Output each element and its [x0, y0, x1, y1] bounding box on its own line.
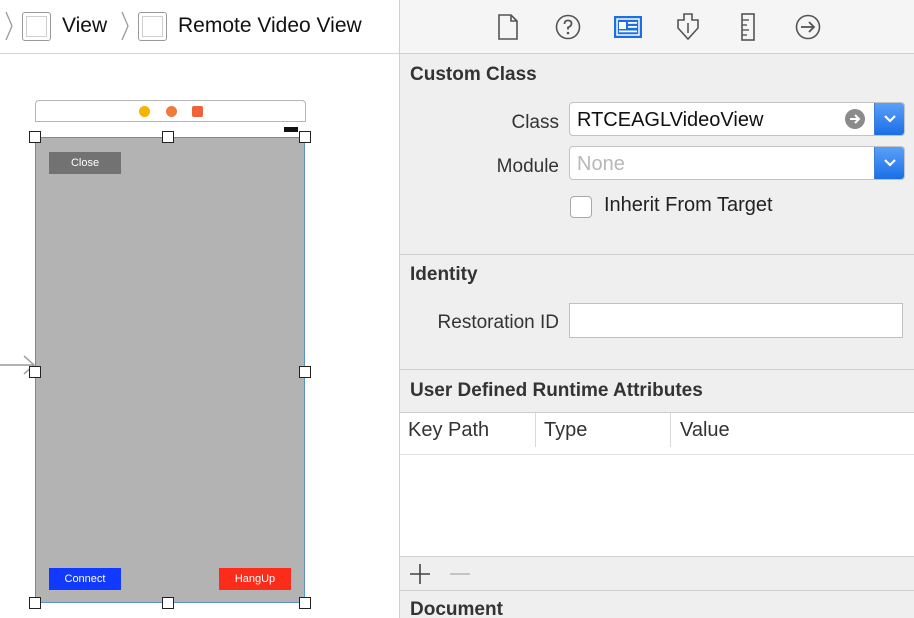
class-label: Class: [511, 112, 559, 133]
add-attribute-button[interactable]: [408, 562, 432, 586]
restoration-id-input[interactable]: [569, 303, 903, 338]
column-divider[interactable]: [670, 413, 671, 447]
resize-handle-bottom-left[interactable]: [29, 597, 41, 609]
resize-handle-left[interactable]: [29, 366, 41, 378]
minus-icon: [450, 573, 470, 575]
plus-icon: [410, 564, 430, 584]
identity-inspector-icon[interactable]: [612, 11, 644, 43]
runtime-attributes-footer: [400, 557, 914, 591]
connect-button[interactable]: Connect: [49, 568, 121, 590]
section-divider: [400, 369, 914, 370]
view-icon: [22, 12, 51, 41]
breadcrumb-item-remote-video-view[interactable]: Remote Video View: [178, 14, 362, 38]
restoration-id-label: Restoration ID: [437, 312, 559, 333]
breadcrumb: View Remote Video View: [0, 0, 399, 54]
interface-builder-canvas-pane: View Remote Video View Close Connect Han…: [0, 0, 399, 618]
size-inspector-icon[interactable]: [732, 11, 764, 43]
inherit-from-target-checkbox[interactable]: [570, 196, 592, 218]
go-to-class-icon[interactable]: [845, 109, 865, 129]
inherit-from-target-label[interactable]: Inherit From Target: [604, 194, 773, 217]
column-header-type[interactable]: Type: [544, 419, 587, 442]
hangup-button[interactable]: HangUp: [219, 568, 291, 590]
view-controller-icon[interactable]: [139, 106, 150, 117]
column-header-key-path[interactable]: Key Path: [408, 419, 489, 442]
resize-handle-bottom-right[interactable]: [299, 597, 311, 609]
chevron-right-icon: [5, 11, 13, 41]
attributes-inspector-icon[interactable]: [672, 11, 704, 43]
resize-handle-top-left[interactable]: [29, 131, 41, 143]
view-icon: [138, 12, 167, 41]
table-header: Key Path Type Value: [400, 413, 914, 455]
battery-icon: [284, 127, 298, 132]
quick-help-icon[interactable]: [552, 11, 584, 43]
resize-handle-bottom[interactable]: [162, 597, 174, 609]
module-placeholder[interactable]: None: [577, 153, 625, 176]
class-value[interactable]: RTCEAGLVideoView: [577, 109, 763, 132]
identity-title: Identity: [410, 264, 478, 285]
resize-handle-top[interactable]: [162, 131, 174, 143]
remote-video-view[interactable]: [35, 137, 305, 603]
chevron-down-icon: [884, 115, 896, 123]
class-dropdown-button[interactable]: [874, 103, 904, 135]
identity-inspector: Custom Class Class RTCEAGLVideoView Modu…: [400, 0, 914, 618]
scene-dock[interactable]: [35, 100, 306, 122]
module-combo-box[interactable]: None: [569, 146, 905, 180]
file-inspector-icon[interactable]: [492, 11, 524, 43]
resize-handle-top-right[interactable]: [299, 131, 311, 143]
chevron-down-icon: [884, 159, 896, 167]
breadcrumb-item-view[interactable]: View: [62, 14, 107, 38]
runtime-attributes-title: User Defined Runtime Attributes: [410, 380, 703, 401]
exit-icon[interactable]: [192, 106, 203, 117]
document-title: Document: [410, 599, 503, 618]
remove-attribute-button[interactable]: [448, 562, 472, 586]
close-button[interactable]: Close: [49, 152, 121, 174]
module-label: Module: [496, 156, 559, 177]
column-divider[interactable]: [535, 413, 536, 447]
section-divider: [400, 254, 914, 255]
column-header-value[interactable]: Value: [680, 419, 730, 442]
resize-handle-right[interactable]: [299, 366, 311, 378]
class-combo-box[interactable]: RTCEAGLVideoView: [569, 102, 905, 136]
module-dropdown-button[interactable]: [874, 147, 904, 179]
chevron-right-icon: [121, 11, 129, 41]
runtime-attributes-table[interactable]: Key Path Type Value: [400, 412, 914, 557]
connections-inspector-icon[interactable]: [792, 11, 824, 43]
inspector-toolbar: [400, 0, 914, 54]
custom-class-title: Custom Class: [410, 64, 537, 85]
first-responder-icon[interactable]: [166, 106, 177, 117]
